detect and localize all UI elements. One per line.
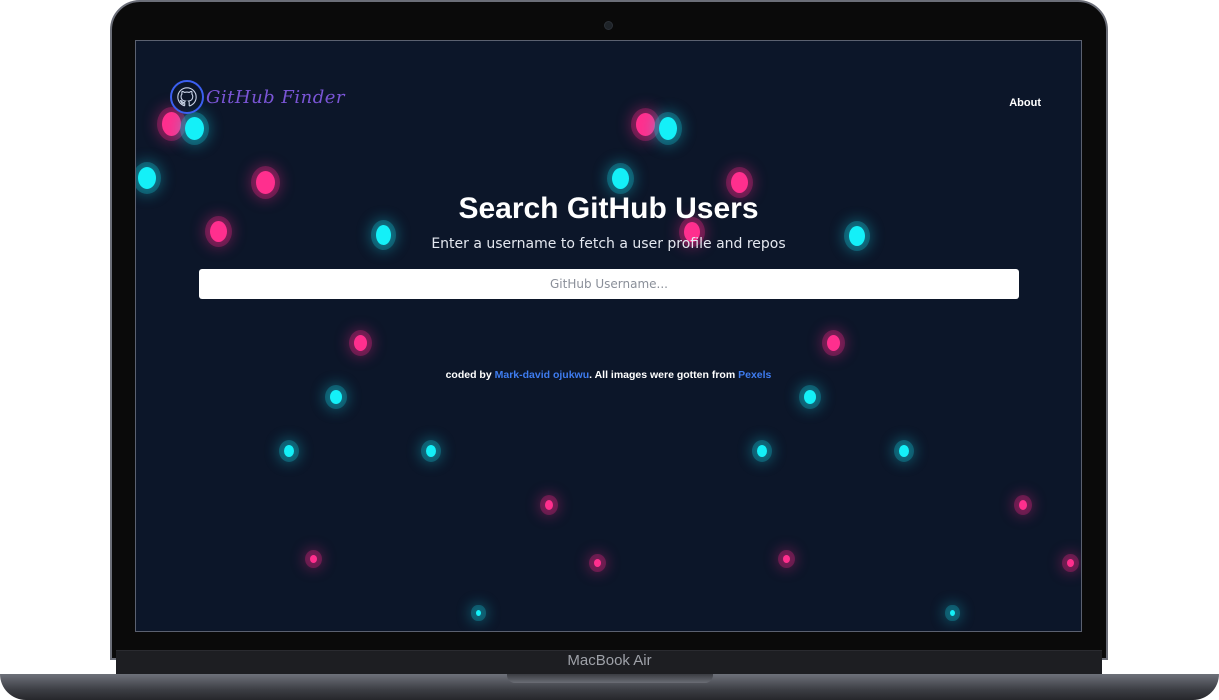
cyan-light-dot [899, 445, 909, 457]
pink-light-dot [255, 170, 275, 194]
pink-light-dot [353, 335, 367, 351]
github-octocat-icon [170, 80, 204, 114]
pink-light-dot [730, 171, 748, 193]
cyan-light-dot [949, 610, 955, 616]
camera-icon [604, 21, 613, 30]
cyan-light-dot [757, 445, 767, 457]
cyan-light-dot [284, 445, 294, 457]
cyan-light-dot [611, 167, 629, 189]
page-subtitle: Enter a username to fetch a user profile… [431, 236, 786, 252]
pexels-link[interactable]: Pexels [738, 369, 771, 381]
pink-light-dot [826, 335, 840, 351]
cyan-light-dot [138, 167, 156, 189]
pink-light-dot [1066, 559, 1074, 567]
cyan-light-dot [184, 116, 204, 140]
cyan-light-dot [426, 445, 436, 457]
site-logo[interactable]: GitHub Finder [170, 80, 345, 114]
cyan-light-dot [330, 390, 342, 404]
nav-about-link[interactable]: About [1009, 97, 1041, 109]
device-label: MacBook Air [567, 652, 652, 669]
logo-text: GitHub Finder [206, 86, 346, 108]
author-link[interactable]: Mark-david ojukwu [495, 369, 590, 381]
pink-light-dot [161, 112, 181, 136]
pink-light-dot [309, 555, 317, 563]
laptop-notch [507, 674, 713, 683]
browser-viewport: GitHub Finder About Search GitHub Users … [135, 40, 1082, 632]
pink-light-dot [635, 112, 655, 136]
username-search-input[interactable] [199, 269, 1019, 299]
cyan-light-dot [804, 390, 816, 404]
page-title: Search GitHub Users [458, 192, 759, 225]
credits-prefix: coded by [445, 369, 495, 381]
pink-light-dot [782, 555, 790, 563]
pink-light-dot [545, 500, 553, 510]
pink-light-dot [1019, 500, 1027, 510]
credits-middle: . All images were gotten from [589, 369, 739, 381]
cyan-light-dot [475, 610, 481, 616]
cyan-light-dot [659, 116, 677, 140]
credits-text: coded by Mark-david ojukwu. All images w… [136, 369, 1081, 381]
pink-light-dot [593, 559, 601, 567]
